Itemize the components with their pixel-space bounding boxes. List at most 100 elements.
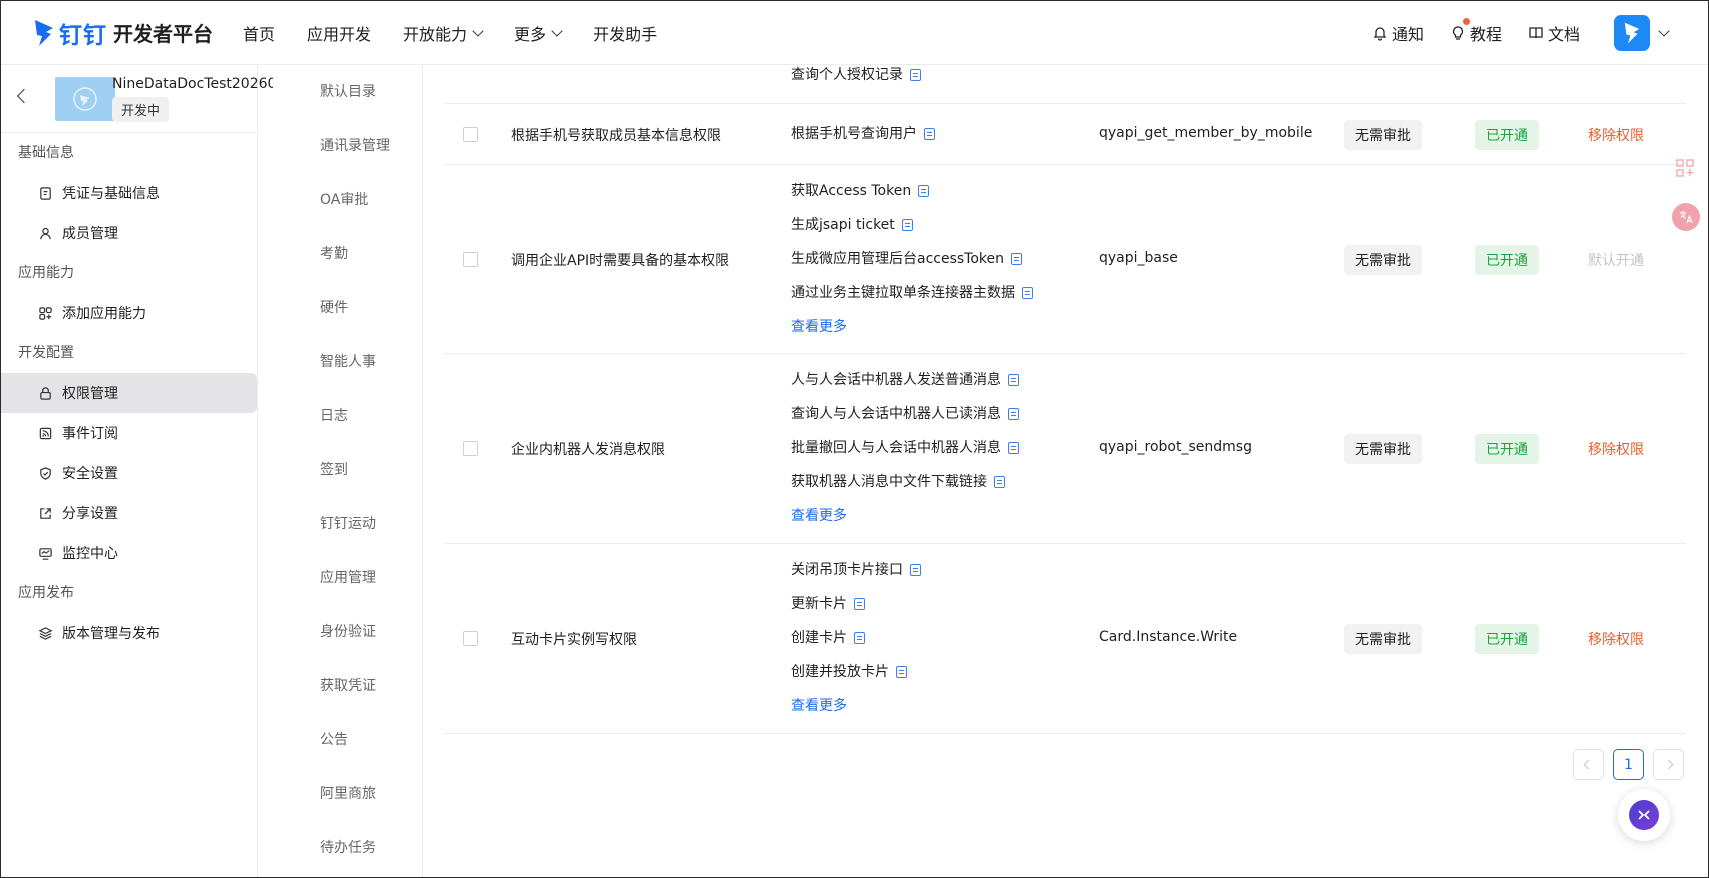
api-item[interactable]: 批量撤回人与人会话中机器人消息 (791, 438, 1019, 472)
sidebar-item-2-2[interactable]: 安全设置 (1, 453, 257, 493)
category-item[interactable]: 日志 (273, 389, 422, 443)
table-row: 根据手机号获取成员基本信息权限 根据手机号查询用户 qyapi_get_member… (444, 104, 1686, 165)
api-item[interactable]: 查询人与人会话中机器人已读消息 (791, 404, 1019, 438)
api-item[interactable]: 获取机器人消息中文件下载链接 (791, 472, 1019, 506)
assistant-glyph (1638, 810, 1650, 820)
user-avatar[interactable] (1614, 15, 1650, 51)
category-item[interactable]: 钉钉运动 (273, 497, 422, 551)
api-item[interactable]: 查询个人授权记录 (791, 65, 921, 99)
sidebar-item-0-1[interactable]: 成员管理 (1, 213, 257, 253)
api-list: 人与人会话中机器人发送普通消息 查询人与人会话中机器人已读消息 批量撤回人与人会话中… (791, 370, 1019, 540)
next-page-button[interactable] (1653, 749, 1684, 780)
api-item[interactable]: 人与人会话中机器人发送普通消息 (791, 370, 1019, 404)
doc-icon[interactable] (854, 598, 865, 610)
category-item[interactable]: 签到 (273, 443, 422, 497)
api-item[interactable]: 通过业务主键拉取单条连接器主数据 (791, 283, 1033, 317)
category-item[interactable]: 身份验证 (273, 605, 422, 659)
view-more-link[interactable]: 查看更多 (791, 317, 1033, 351)
category-item[interactable]: OA审批 (273, 173, 422, 227)
translate-glyph (1680, 211, 1693, 224)
remove-permission-link[interactable]: 移除权限 (1588, 439, 1644, 459)
table-row-partial: 查询个人授权记录 (444, 65, 1686, 104)
doc-icon[interactable] (1008, 442, 1019, 454)
api-item[interactable]: 生成jsapi ticket (791, 215, 1033, 249)
doc-icon[interactable] (1022, 286, 1033, 299)
page-button-current[interactable]: 1 (1613, 749, 1644, 780)
category-item[interactable]: 智能人事 (273, 335, 422, 389)
sidebar-item-0-0[interactable]: 凭证与基础信息 (1, 173, 257, 213)
nav-item-3[interactable]: 更多 (514, 21, 563, 45)
nav-item-4[interactable]: 开发助手 (593, 21, 657, 45)
category-item[interactable]: 默认目录 (273, 65, 422, 119)
remove-permission-link[interactable]: 移除权限 (1588, 125, 1644, 145)
category-item[interactable]: 阿里商旅 (273, 767, 422, 821)
sidebar-groups: 基础信息 凭证与基础信息 成员管理 应用能力 添加应用能力 开发配置 权限管理 事件订阅 安全设… (1, 133, 257, 653)
doc-icon[interactable] (1011, 252, 1023, 265)
tutorial-link[interactable]: 教程 (1450, 18, 1502, 45)
nav-item-0[interactable]: 首页 (243, 21, 275, 45)
status-badge: 已开通 (1475, 434, 1539, 464)
api-list: 关闭吊顶卡片接口 更新卡片 创建卡片 创建并投放卡片 查看更多 (791, 560, 921, 730)
row-checkbox[interactable] (463, 441, 478, 456)
app-icon (55, 77, 115, 121)
doc-icon[interactable] (994, 476, 1005, 488)
api-list: 根据手机号查询用户 (791, 124, 935, 158)
doc-icon[interactable] (1008, 408, 1019, 420)
doc-icon[interactable] (910, 564, 921, 576)
row-checkbox[interactable] (463, 126, 478, 142)
sidebar-item-2-1[interactable]: 事件订阅 (1, 413, 257, 453)
doc-icon[interactable] (918, 184, 930, 197)
doc-icon[interactable] (1008, 374, 1019, 386)
category-item[interactable]: 公告 (273, 713, 422, 767)
back-arrow-icon[interactable] (16, 88, 32, 104)
app-status-badge: 开发中 (112, 97, 170, 122)
api-item[interactable]: 关闭吊顶卡片接口 (791, 560, 921, 594)
api-list: 查询个人授权记录 (791, 65, 921, 99)
category-item[interactable]: 考勤 (273, 227, 422, 281)
book-icon (1529, 27, 1543, 39)
sidebar-item-1-0[interactable]: 添加应用能力 (1, 293, 257, 333)
chevron-down-icon[interactable] (1658, 25, 1670, 37)
category-item[interactable]: 应用管理 (273, 551, 422, 605)
api-item[interactable]: 生成微应用管理后台accessToken (791, 249, 1033, 283)
doc-icon[interactable] (854, 632, 865, 644)
view-more-link[interactable]: 查看更多 (791, 506, 1019, 540)
view-more-link[interactable]: 查看更多 (791, 696, 921, 730)
sidebar-item-2-3[interactable]: 分享设置 (1, 493, 257, 533)
permission-name: 企业内机器人发消息权限 (511, 442, 665, 458)
doc-icon[interactable] (910, 69, 921, 81)
api-item[interactable]: 创建卡片 (791, 628, 921, 662)
lock-icon (40, 386, 51, 400)
doc-icon[interactable] (896, 666, 907, 678)
grid-add-icon[interactable] (1676, 159, 1694, 181)
category-item[interactable]: 硬件 (273, 281, 422, 335)
category-item[interactable]: 获取凭证 (273, 659, 422, 713)
prev-page-button[interactable] (1573, 749, 1604, 780)
category-item[interactable]: 待办任务 (273, 821, 422, 875)
api-item[interactable]: 根据手机号查询用户 (791, 124, 935, 158)
row-checkbox[interactable] (463, 631, 478, 646)
sidebar-item-2-4[interactable]: 监控中心 (1, 533, 257, 573)
sidebar-item-3-0[interactable]: 版本管理与发布 (1, 613, 257, 653)
nav-item-1[interactable]: 应用开发 (307, 21, 371, 45)
api-item[interactable]: 更新卡片 (791, 594, 921, 628)
sidebar-group-title: 应用发布 (18, 585, 74, 601)
api-item[interactable]: 创建并投放卡片 (791, 662, 921, 696)
sidebar-item-2-0[interactable]: 权限管理 (1, 373, 257, 413)
notify-link[interactable]: 通知 (1372, 21, 1424, 45)
api-item[interactable]: 获取Access Token (791, 181, 1033, 215)
category-item[interactable]: 通讯录管理 (273, 119, 422, 173)
logo[interactable]: 钉钉 开发者平台 (33, 16, 213, 50)
row-checkbox[interactable] (463, 251, 478, 267)
nav-item-2[interactable]: 开放能力 (403, 21, 484, 45)
approval-badge: 无需审批 (1344, 434, 1422, 464)
dingtalk-logo-icon (35, 19, 53, 46)
translate-icon[interactable] (1672, 203, 1700, 231)
doc-icon[interactable] (901, 218, 913, 231)
doc-icon[interactable] (924, 127, 935, 140)
api-name: 获取机器人消息中文件下载链接 (791, 474, 987, 490)
docs-link[interactable]: 文档 (1528, 21, 1580, 45)
chevron-down-icon (472, 24, 484, 37)
remove-permission-link[interactable]: 移除权限 (1588, 629, 1644, 649)
assistant-fab[interactable] (1618, 789, 1670, 841)
